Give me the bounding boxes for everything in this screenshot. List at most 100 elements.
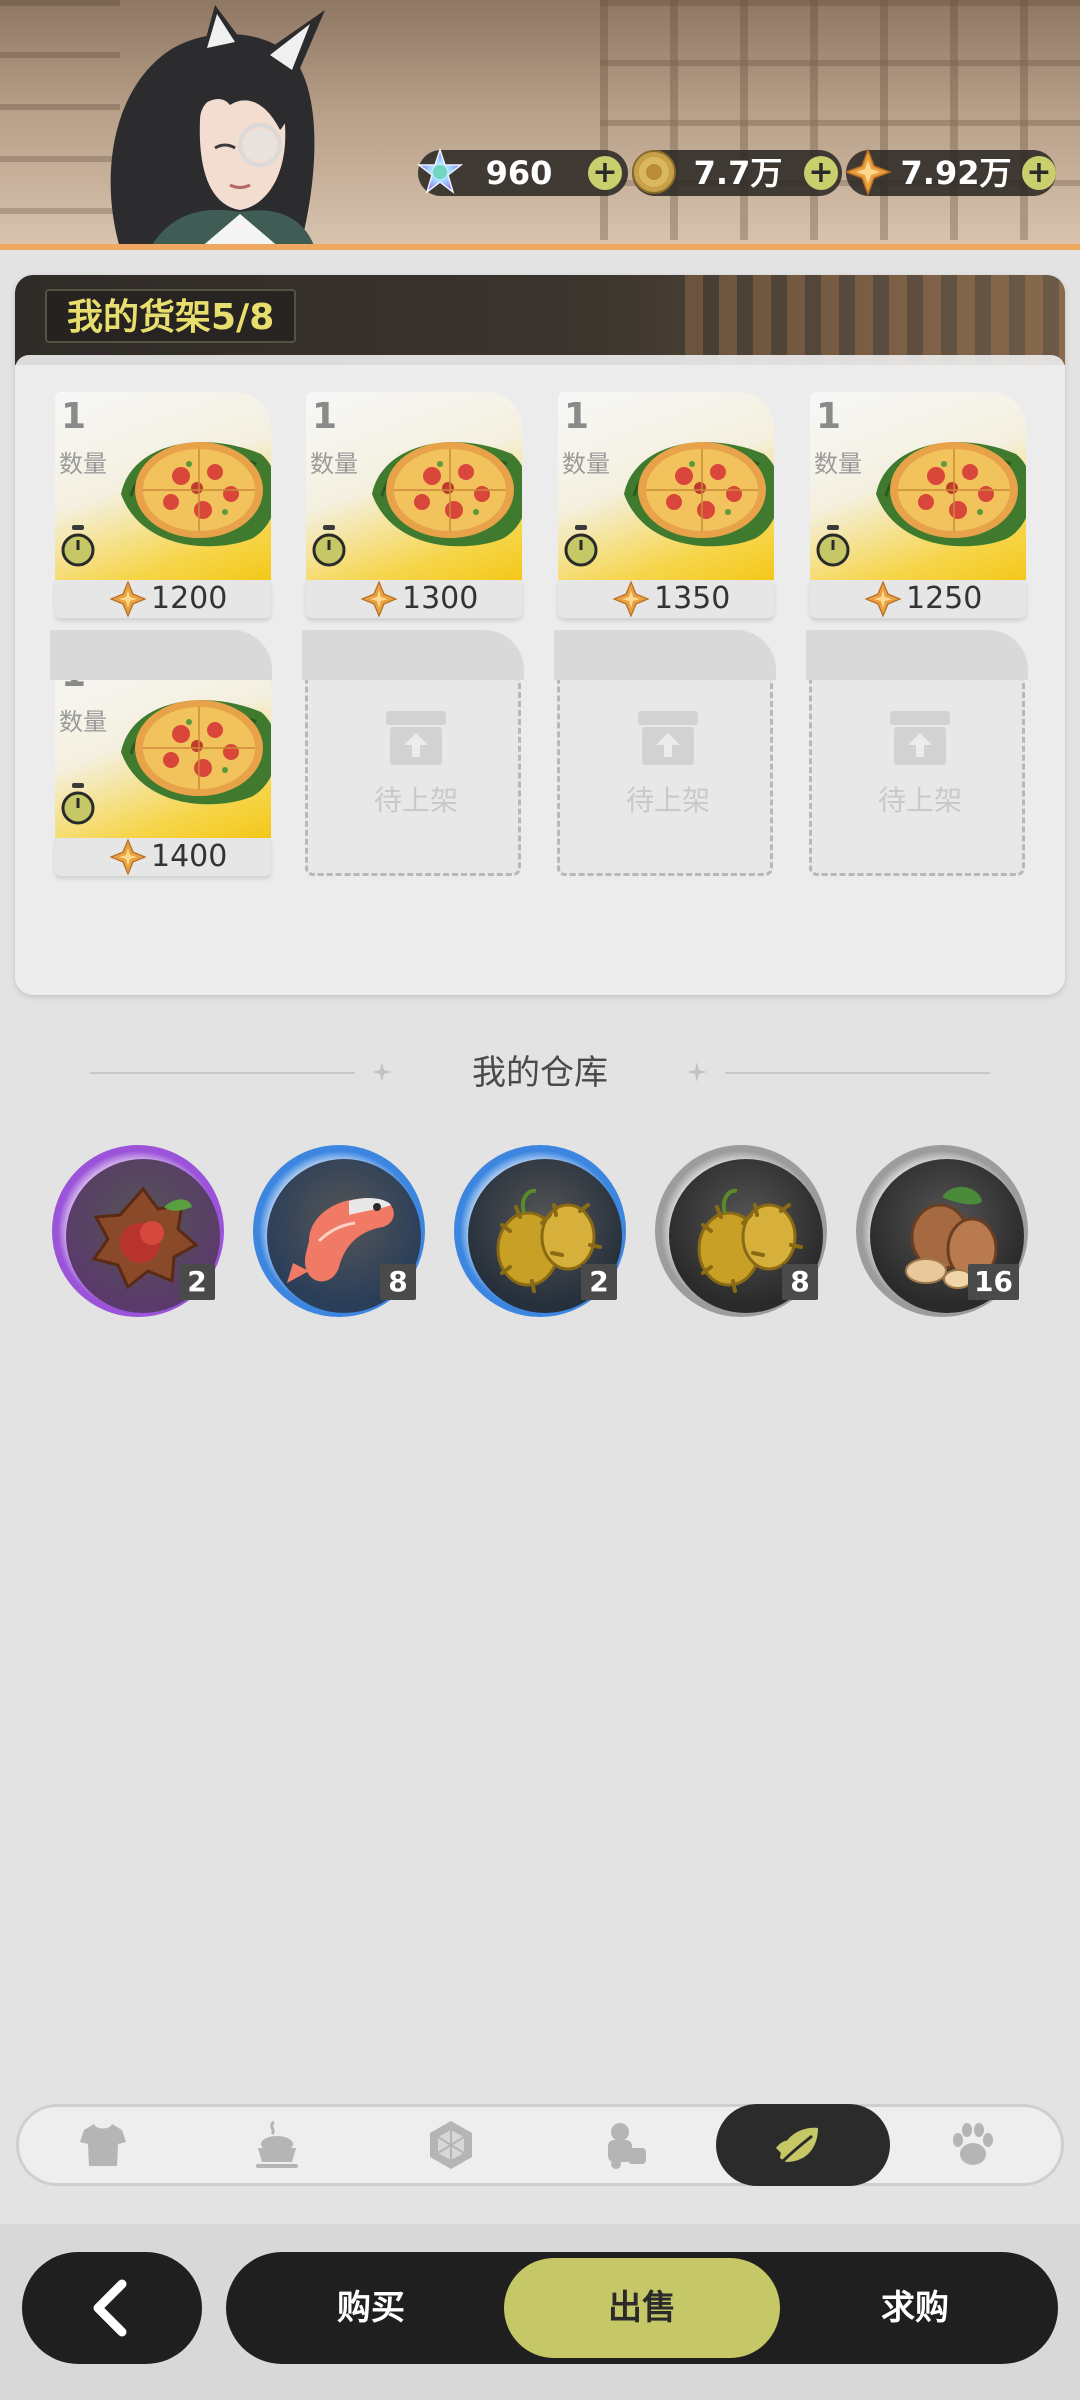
warehouse-item[interactable]: 2: [52, 1145, 224, 1317]
shelf-item-slot[interactable]: 1 数量 1300: [306, 392, 522, 618]
warehouse-item[interactable]: 8: [253, 1145, 425, 1317]
empty-slot[interactable]: 待上架: [305, 650, 521, 876]
paw-icon: [953, 2123, 993, 2165]
empty-slot-label: 待上架: [877, 784, 962, 817]
item-count: 2: [179, 1264, 215, 1300]
coin-icon: [632, 150, 676, 194]
item-card: 1 数量: [810, 392, 1026, 580]
star-amount: 7.92万: [900, 154, 1012, 192]
upload-box-icon: [386, 711, 446, 765]
pizza-icon: [624, 442, 774, 547]
price-bar: 1300: [306, 580, 522, 618]
star-shard-icon: [109, 838, 147, 876]
item-count: 16: [968, 1264, 1019, 1300]
price-bar: 1350: [558, 580, 774, 618]
item-quantity: 1: [816, 396, 842, 437]
shelf-item-slot[interactable]: 1 数量 1350: [558, 392, 774, 618]
empty-slot[interactable]: 待上架: [809, 650, 1025, 876]
request-tab[interactable]: 求购: [780, 2252, 1050, 2364]
item-price: 1400: [151, 839, 228, 874]
price-bar: 1400: [55, 838, 271, 876]
item-quantity: 1: [312, 396, 338, 437]
locked-slot: [554, 630, 776, 680]
tab-pets[interactable]: [886, 2104, 1060, 2186]
gem-amount: 960: [485, 154, 553, 192]
top-banner: [0, 0, 1080, 250]
timer-icon: [61, 525, 95, 567]
back-arrow-icon: [93, 2279, 127, 2337]
pizza-icon: [372, 442, 522, 547]
quantity-label: 数量: [814, 450, 862, 478]
item-card: 1 数量: [558, 392, 774, 580]
pizza-icon: [121, 442, 271, 547]
star-shard-icon: [360, 580, 398, 618]
warehouse-item[interactable]: 2: [454, 1145, 626, 1317]
divider: [725, 1072, 990, 1074]
shelf-header: 我的货架5/8: [15, 275, 1065, 365]
gem-icon: [430, 2121, 472, 2169]
star-shard-icon: [109, 580, 147, 618]
star-shard-icon: [612, 580, 650, 618]
item-price: 1250: [906, 581, 983, 616]
star-counter: 7.92万 +: [844, 148, 1056, 196]
warehouse-title: 我的仓库: [472, 1053, 608, 1093]
timer-icon: [564, 525, 598, 567]
item-count: 8: [380, 1264, 416, 1300]
add-stars-button[interactable]: +: [1022, 156, 1056, 190]
shirt-icon: [80, 2124, 126, 2166]
quantity-label: 数量: [310, 450, 358, 478]
upload-box-icon: [890, 711, 950, 765]
buy-tab[interactable]: 购买: [226, 2252, 516, 2364]
tab-desserts[interactable]: [190, 2104, 364, 2186]
gem-icon: [416, 148, 464, 195]
coin-amount: 7.7万: [693, 154, 783, 192]
tab-gems[interactable]: [364, 2104, 538, 2186]
timer-icon: [61, 783, 95, 825]
pizza-icon: [121, 700, 271, 805]
price-bar: 1250: [810, 580, 1026, 618]
locked-slot: [50, 630, 272, 680]
tab-ingredients[interactable]: [712, 2104, 886, 2186]
sparkle-icon: [687, 1062, 707, 1082]
item-card: 1 数量: [306, 392, 522, 580]
quantity-label: 数量: [59, 708, 107, 736]
star-shard-icon: [844, 148, 892, 196]
shelf-item-slot[interactable]: 1 数量 1200: [55, 392, 271, 618]
price-bar: 1200: [55, 580, 271, 618]
shelf-item-slot[interactable]: 1 数量 1250: [810, 392, 1026, 618]
locked-slot: [302, 630, 524, 680]
quantity-label: 数量: [59, 450, 107, 478]
gem-counter: 960 +: [416, 148, 628, 196]
leaf-icon: [776, 2127, 818, 2164]
warehouse-item[interactable]: 16: [856, 1145, 1028, 1317]
timer-icon: [816, 525, 850, 567]
shelf-item-slot[interactable]: 1数量1400: [55, 650, 271, 876]
item-card: 1 数量: [55, 392, 271, 580]
coin-counter: 7.7万 +: [632, 150, 842, 196]
toy-icon: [608, 2123, 646, 2169]
pizza-icon: [876, 442, 1026, 547]
item-count: 2: [581, 1264, 617, 1300]
character-avatar[interactable]: [80, 0, 380, 248]
item-price: 1200: [151, 581, 228, 616]
shelf-title: 我的货架5/8: [45, 289, 297, 343]
quantity-label: 数量: [562, 450, 610, 478]
locked-slot: [806, 630, 1028, 680]
add-coins-button[interactable]: +: [804, 156, 838, 190]
item-quantity: 1: [564, 396, 590, 437]
warehouse-item[interactable]: 8: [655, 1145, 827, 1317]
timer-icon: [312, 525, 346, 567]
star-shard-icon: [864, 580, 902, 618]
tab-toys[interactable]: [538, 2104, 712, 2186]
item-quantity: 1: [61, 396, 87, 437]
item-price: 1300: [402, 581, 479, 616]
back-button[interactable]: [22, 2252, 202, 2364]
tab-clothing[interactable]: [16, 2104, 190, 2186]
empty-slot[interactable]: 待上架: [557, 650, 773, 876]
dessert-icon: [256, 2120, 298, 2168]
add-gems-button[interactable]: +: [588, 156, 622, 190]
item-count: 8: [782, 1264, 818, 1300]
upload-box-icon: [638, 711, 698, 765]
empty-slot-label: 待上架: [625, 784, 710, 817]
sell-tab[interactable]: 出售: [504, 2252, 780, 2364]
